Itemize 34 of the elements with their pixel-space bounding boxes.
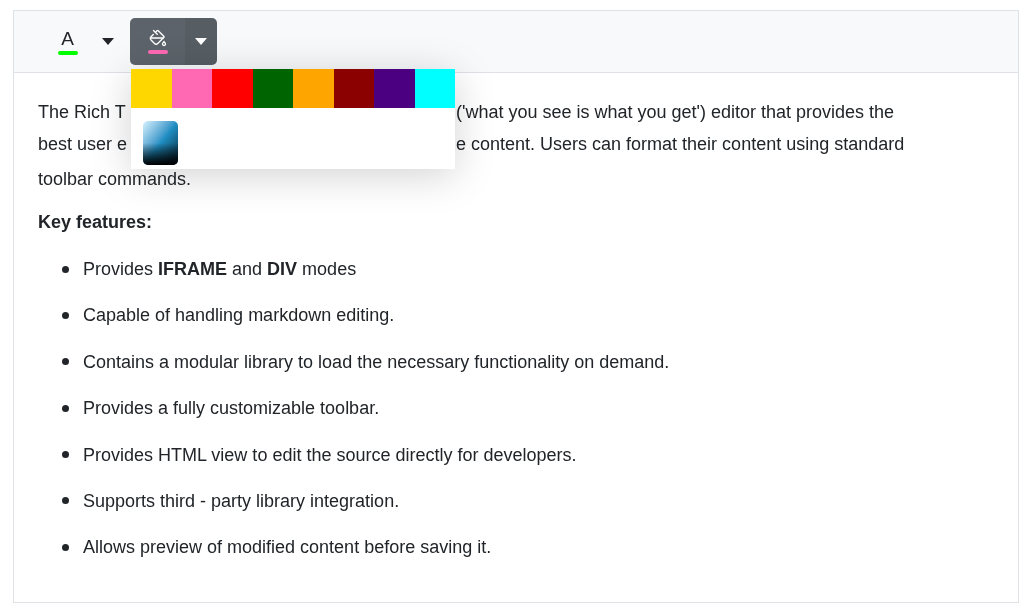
caret-icon: [195, 38, 207, 45]
paragraph-text: e content. Users can format their content using standard: [456, 133, 905, 156]
feature-item: Provides IFRAME and DIV modes: [83, 258, 357, 281]
color-swatch[interactable]: [131, 69, 172, 108]
bullet-icon: [62, 451, 69, 459]
feature-item: Provides a fully customizable toolbar.: [83, 397, 380, 421]
color-swatch[interactable]: [252, 69, 293, 108]
color-swatch[interactable]: [171, 69, 212, 108]
color-swatch[interactable]: [333, 69, 374, 108]
bullet-icon: [62, 543, 69, 551]
color-swatch[interactable]: [374, 69, 415, 108]
caret-icon: [102, 38, 114, 45]
color-swatch[interactable]: [212, 69, 253, 108]
bullet-icon: [62, 311, 69, 319]
color-swatch[interactable]: [414, 69, 455, 108]
feature-item: Supports third - party library integration.: [83, 489, 400, 513]
bullet-icon: [62, 497, 69, 505]
paint-bucket-icon: [148, 29, 167, 47]
color-swatch[interactable]: [293, 69, 334, 108]
paragraph-text: ('what you see is what you get') editor that provides the: [456, 101, 895, 124]
bullet-icon: [62, 358, 69, 366]
dropdown-button[interactable]: [185, 18, 217, 65]
feature-item: Contains a modular library to load the necessary functionality on demand.: [83, 350, 670, 374]
gradient-picker-icon[interactable]: [143, 121, 178, 165]
font-color-button[interactable]: A: [43, 18, 88, 65]
paragraph-text: toolbar commands.: [38, 169, 192, 189]
feature-item: Capable of handling markdown editing.: [83, 304, 395, 328]
paragraph-text: best user e: [38, 133, 128, 156]
section-heading: Key features:: [38, 212, 153, 232]
bullet-icon: [62, 265, 69, 273]
paragraph-text: The Rich T: [38, 101, 126, 124]
feature-item: Provides HTML view to edit the source directly for developers.: [83, 443, 577, 467]
feature-item: Allows preview of modified content before saving it.: [83, 536, 492, 560]
bullet-icon: [62, 404, 69, 412]
